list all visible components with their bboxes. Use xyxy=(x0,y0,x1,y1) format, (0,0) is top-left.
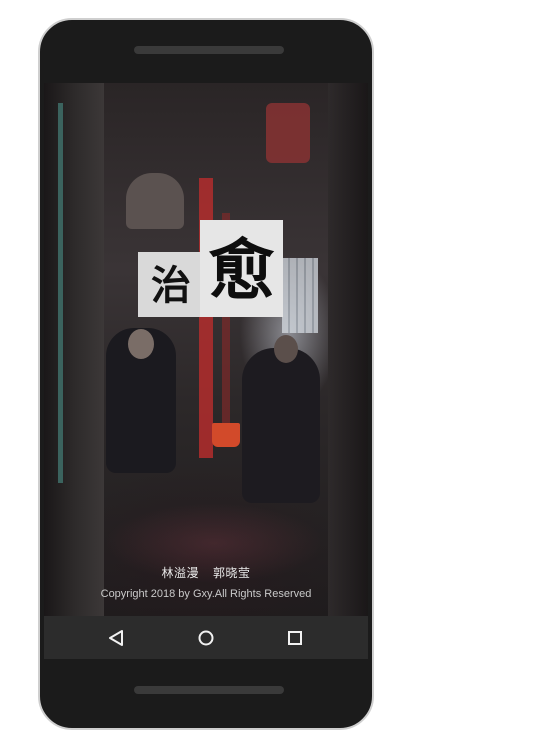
home-button[interactable] xyxy=(195,627,217,649)
back-button[interactable] xyxy=(105,627,127,649)
photo-bucket xyxy=(212,423,240,447)
recents-button[interactable] xyxy=(284,627,306,649)
splash-screen: 治 愈 林溢漫 郭晓莹 Copyright 2018 by Gxy.All Rig… xyxy=(44,83,368,616)
photo-person-left-head xyxy=(128,329,154,359)
logo-char-big: 愈 xyxy=(208,231,275,309)
phone-speaker-top xyxy=(134,46,284,54)
android-nav-bar xyxy=(44,616,368,659)
logo-char-small: 治 xyxy=(151,262,191,309)
author-credits: 林溢漫 郭晓莹 xyxy=(44,564,368,581)
app-logo: 治 愈 xyxy=(138,220,283,317)
photo-right-pillar xyxy=(328,83,368,616)
photo-left-pillar xyxy=(44,83,104,616)
copyright-text: Copyright 2018 by Gxy.All Rights Reserve… xyxy=(100,588,312,600)
photo-person-right xyxy=(242,348,320,503)
back-triangle-icon xyxy=(109,630,123,646)
photo-person-right-head xyxy=(274,335,298,363)
phone-speaker-bottom xyxy=(134,686,284,694)
author-name: 林溢漫 xyxy=(161,566,199,580)
recents-square-icon xyxy=(288,631,302,645)
photo-window xyxy=(282,258,318,333)
photo-teal-strip xyxy=(58,103,63,483)
home-circle-icon xyxy=(198,630,214,646)
photo-lantern xyxy=(266,103,310,163)
author-name: 郭晓莹 xyxy=(213,566,251,580)
